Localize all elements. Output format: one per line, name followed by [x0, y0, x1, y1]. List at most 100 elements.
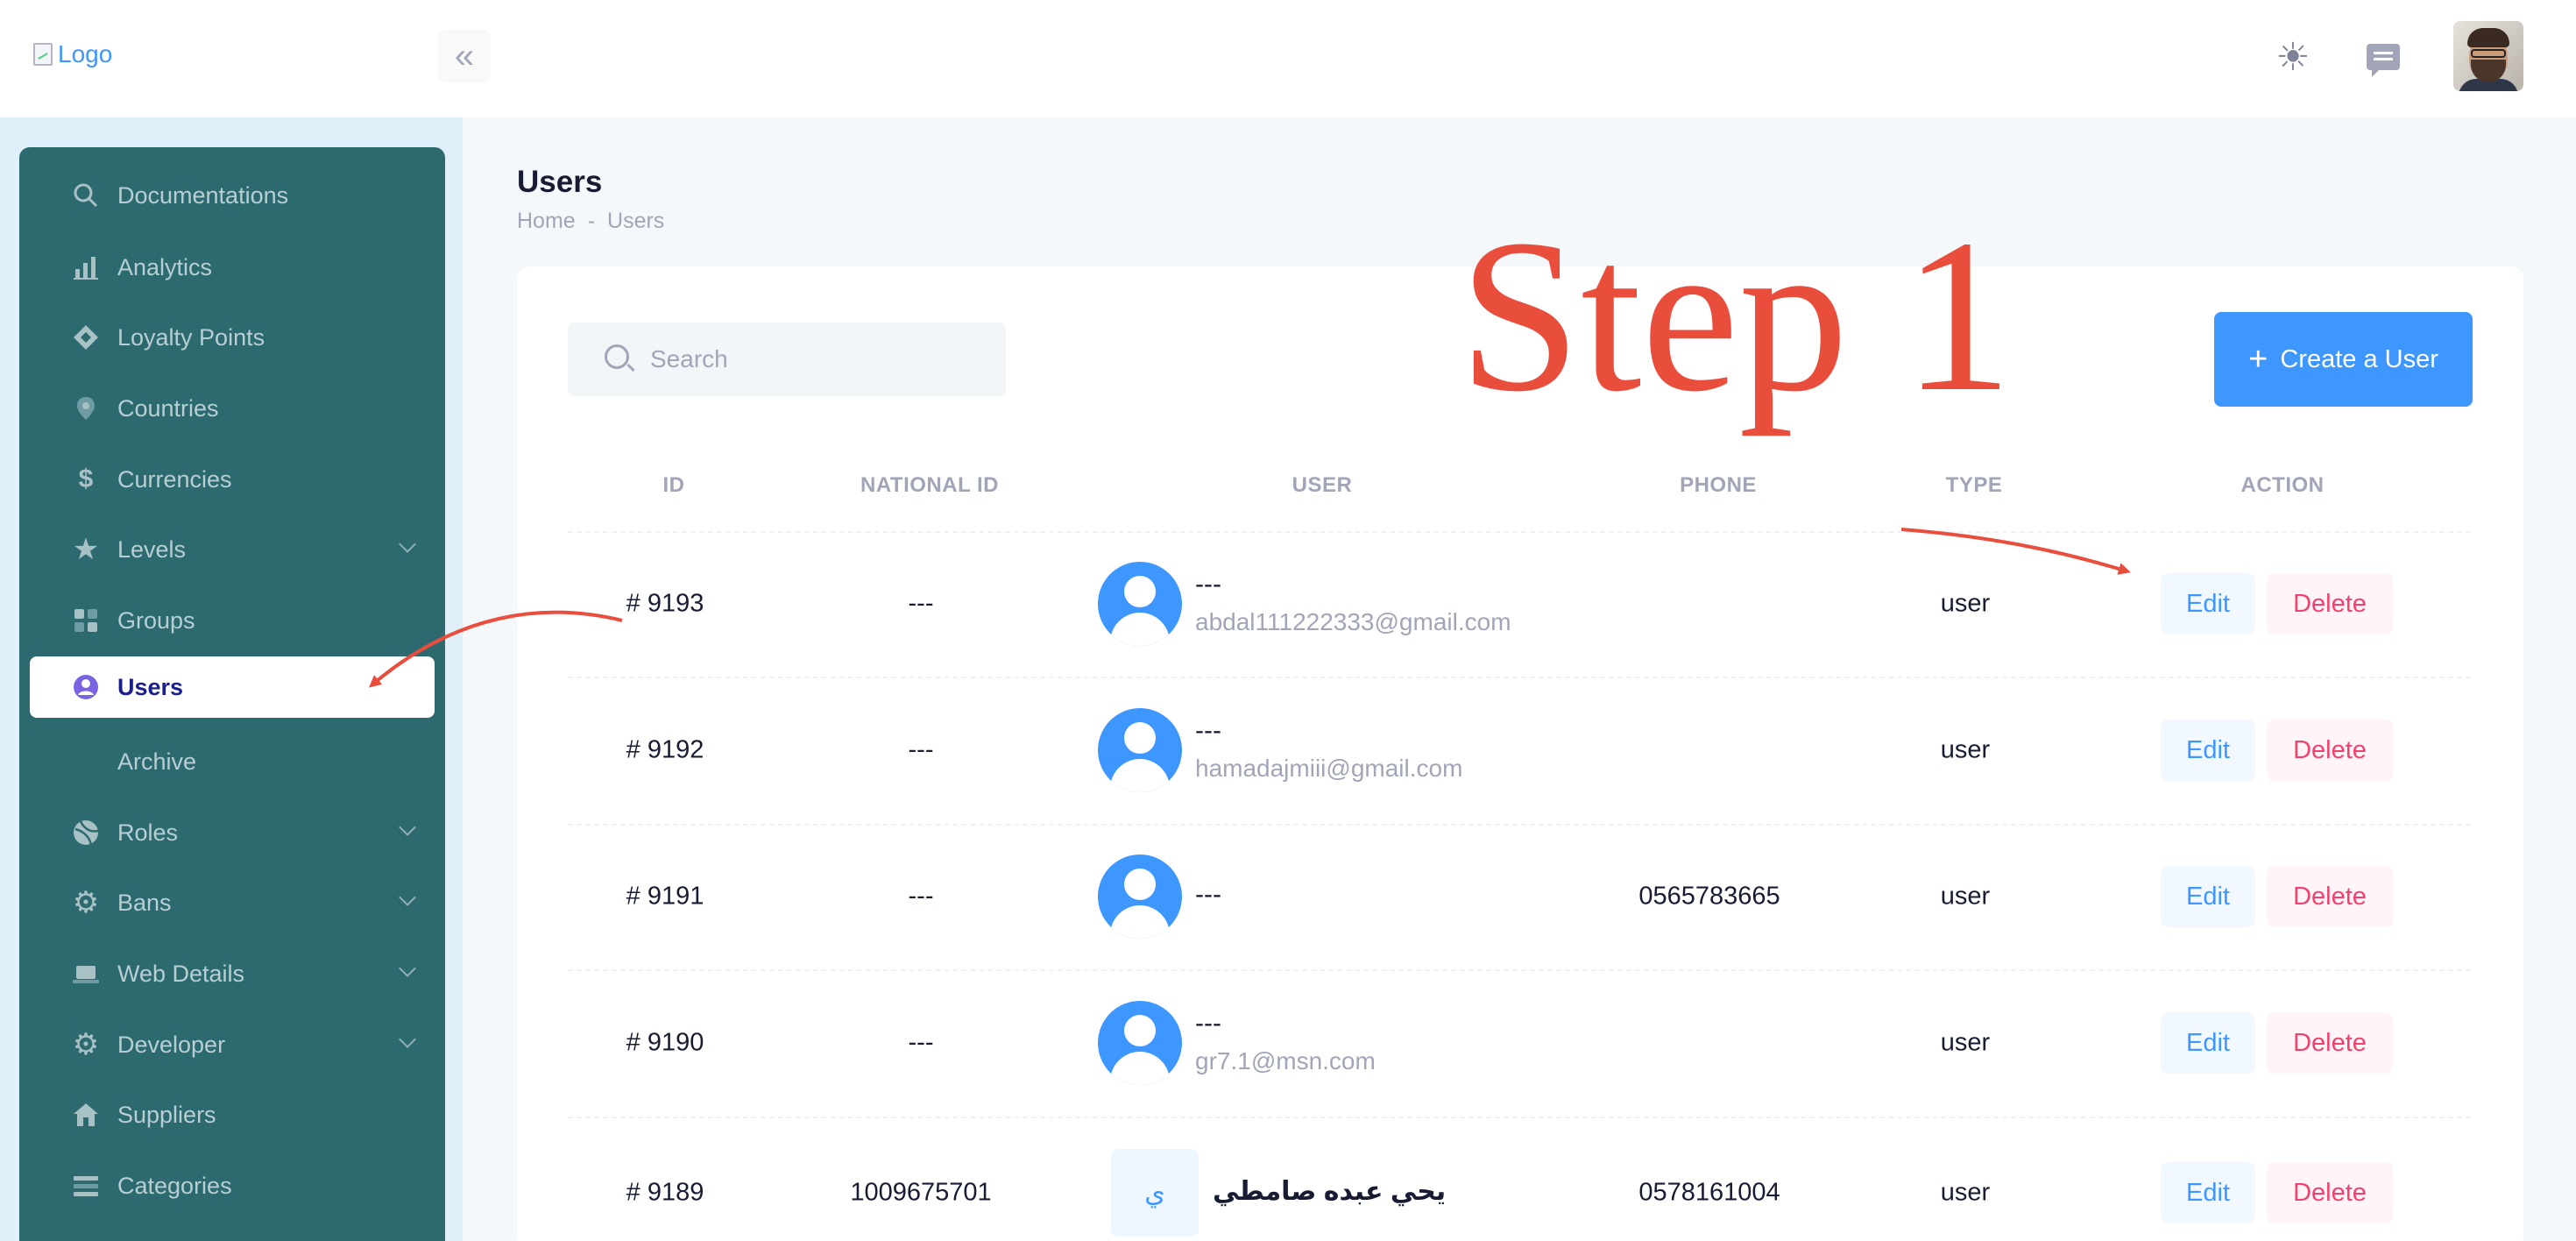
double-chevron-left-icon: « [454, 37, 475, 75]
chevron-down-icon [399, 889, 416, 906]
user-name: --- [1195, 716, 1221, 745]
user-circle-icon [70, 671, 102, 703]
national-id: 1009675701 [850, 1178, 992, 1207]
user-name: --- [1195, 570, 1221, 599]
user-id: # 9190 [626, 1028, 704, 1057]
user-id: # 9192 [626, 735, 704, 764]
delete-button[interactable]: Delete [2267, 1012, 2393, 1074]
page-title: Users [517, 165, 603, 199]
breadcrumb: Home - Users [517, 209, 664, 234]
sidebar-item-label: Web Details [117, 960, 245, 987]
user-type: user [1940, 1178, 1991, 1207]
search-input[interactable] [650, 323, 983, 396]
sidebar-item-label: Suppliers [117, 1101, 216, 1128]
sidebar-item-label: Users [117, 673, 184, 700]
messages-button[interactable] [2361, 35, 2405, 79]
sidebar-item-suppliers[interactable]: Suppliers [30, 1084, 435, 1145]
row-divider [568, 531, 2471, 533]
user-avatar[interactable] [2453, 21, 2523, 91]
sidebar-item-archive[interactable]: Archive [30, 731, 435, 792]
column-header-phone[interactable]: PHONE [1680, 473, 1757, 498]
row-divider [568, 824, 2471, 826]
user-type: user [1940, 735, 1991, 764]
user-initial-avatar: ي [1111, 1149, 1199, 1237]
sidebar-item-label: Documentations [117, 181, 289, 209]
edit-button[interactable]: Edit [2161, 1162, 2255, 1223]
sidebar-item-loyalty-points[interactable]: Loyalty Points [30, 307, 435, 368]
bar-chart-icon [70, 252, 102, 283]
sidebar-item-countries[interactable]: Countries [30, 378, 435, 439]
sidebar-item-analytics[interactable]: Analytics [30, 237, 435, 298]
sidebar-item-web-details[interactable]: Web Details [30, 943, 435, 1004]
user-name: يحي عبده صامطي [1213, 1177, 1447, 1206]
national-id: --- [908, 1028, 934, 1057]
dollar-icon: $ [78, 464, 94, 493]
sidebar-item-documentations[interactable]: Documentations [30, 165, 435, 226]
user-name: --- [1195, 1009, 1221, 1038]
top-header: Logo « ☀ [0, 0, 2576, 117]
sidebar-item-developer[interactable]: ⚙ Developer [30, 1014, 435, 1075]
gear-icon: ⚙ [72, 1028, 100, 1061]
list-icon [70, 1170, 102, 1202]
row-divider [568, 677, 2471, 678]
chevron-down-icon [399, 535, 416, 553]
sidebar-item-label: Currencies [117, 465, 232, 493]
sidebar-collapse-button[interactable]: « [438, 30, 491, 82]
user-type: user [1940, 589, 1991, 618]
delete-button[interactable]: Delete [2267, 573, 2393, 635]
diamond-icon [70, 322, 102, 353]
breadcrumb-home[interactable]: Home [517, 209, 576, 234]
edit-button[interactable]: Edit [2161, 1012, 2255, 1074]
theme-toggle-button[interactable]: ☀ [2271, 35, 2315, 79]
user-avatar-placeholder [1098, 562, 1182, 646]
step-annotation: Step 1 [1459, 195, 2013, 437]
national-id: --- [908, 589, 934, 618]
sidebar-item-levels[interactable]: ★ Levels [30, 519, 435, 580]
sidebar-item-label: Analytics [117, 253, 213, 280]
user-type: user [1940, 1028, 1991, 1057]
create-user-button[interactable]: + Create a User [2214, 312, 2473, 407]
edit-button[interactable]: Edit [2161, 573, 2255, 635]
chevron-down-icon [399, 1031, 416, 1048]
user-id: # 9193 [626, 589, 704, 618]
column-header-national-id[interactable]: NATIONAL ID [860, 473, 999, 498]
sidebar-item-label: Countries [117, 394, 219, 422]
logo[interactable]: Logo [33, 40, 112, 68]
user-name: --- [1195, 880, 1221, 909]
sidebar-item-label: Categories [117, 1172, 232, 1199]
user-type: user [1940, 882, 1991, 911]
column-header-id[interactable]: ID [663, 473, 685, 498]
star-icon: ★ [72, 533, 100, 566]
sidebar-item-users[interactable]: Users [30, 656, 435, 718]
search-box[interactable] [568, 323, 1006, 396]
edit-button[interactable]: Edit [2161, 866, 2255, 927]
sidebar-item-label: Roles [117, 819, 179, 846]
user-email: hamadajmiii@gmail.com [1195, 755, 1463, 782]
user-phone: 0565783665 [1638, 882, 1780, 911]
sidebar-item-label: Developer [117, 1031, 226, 1058]
sidebar-item-bans[interactable]: ⚙ Bans [30, 872, 435, 933]
chevron-down-icon [399, 960, 416, 977]
gear-icon: ⚙ [72, 886, 100, 919]
user-phone: 0578161004 [1638, 1178, 1780, 1207]
sidebar-item-currencies[interactable]: $ Currencies [30, 449, 435, 510]
delete-button[interactable]: Delete [2267, 1162, 2393, 1223]
sun-icon: ☀ [2275, 35, 2311, 79]
chevron-down-icon [399, 819, 416, 836]
sidebar-item-groups[interactable]: Groups [30, 590, 435, 651]
laptop-icon [70, 958, 102, 989]
edit-button[interactable]: Edit [2161, 720, 2255, 781]
home-icon [70, 1099, 102, 1131]
user-avatar-placeholder [1098, 708, 1182, 792]
sidebar-item-label: Archive [117, 748, 197, 775]
user-id: # 9189 [626, 1178, 704, 1207]
column-header-type[interactable]: TYPE [1946, 473, 2003, 498]
sidebar-item-roles[interactable]: Roles [30, 802, 435, 863]
plus-icon: + [2248, 341, 2268, 378]
column-header-user[interactable]: USER [1292, 473, 1353, 498]
delete-button[interactable]: Delete [2267, 866, 2393, 927]
user-id: # 9191 [626, 882, 704, 911]
sidebar-item-categories[interactable]: Categories [30, 1155, 435, 1216]
delete-button[interactable]: Delete [2267, 720, 2393, 781]
breadcrumb-separator: - [587, 209, 596, 233]
